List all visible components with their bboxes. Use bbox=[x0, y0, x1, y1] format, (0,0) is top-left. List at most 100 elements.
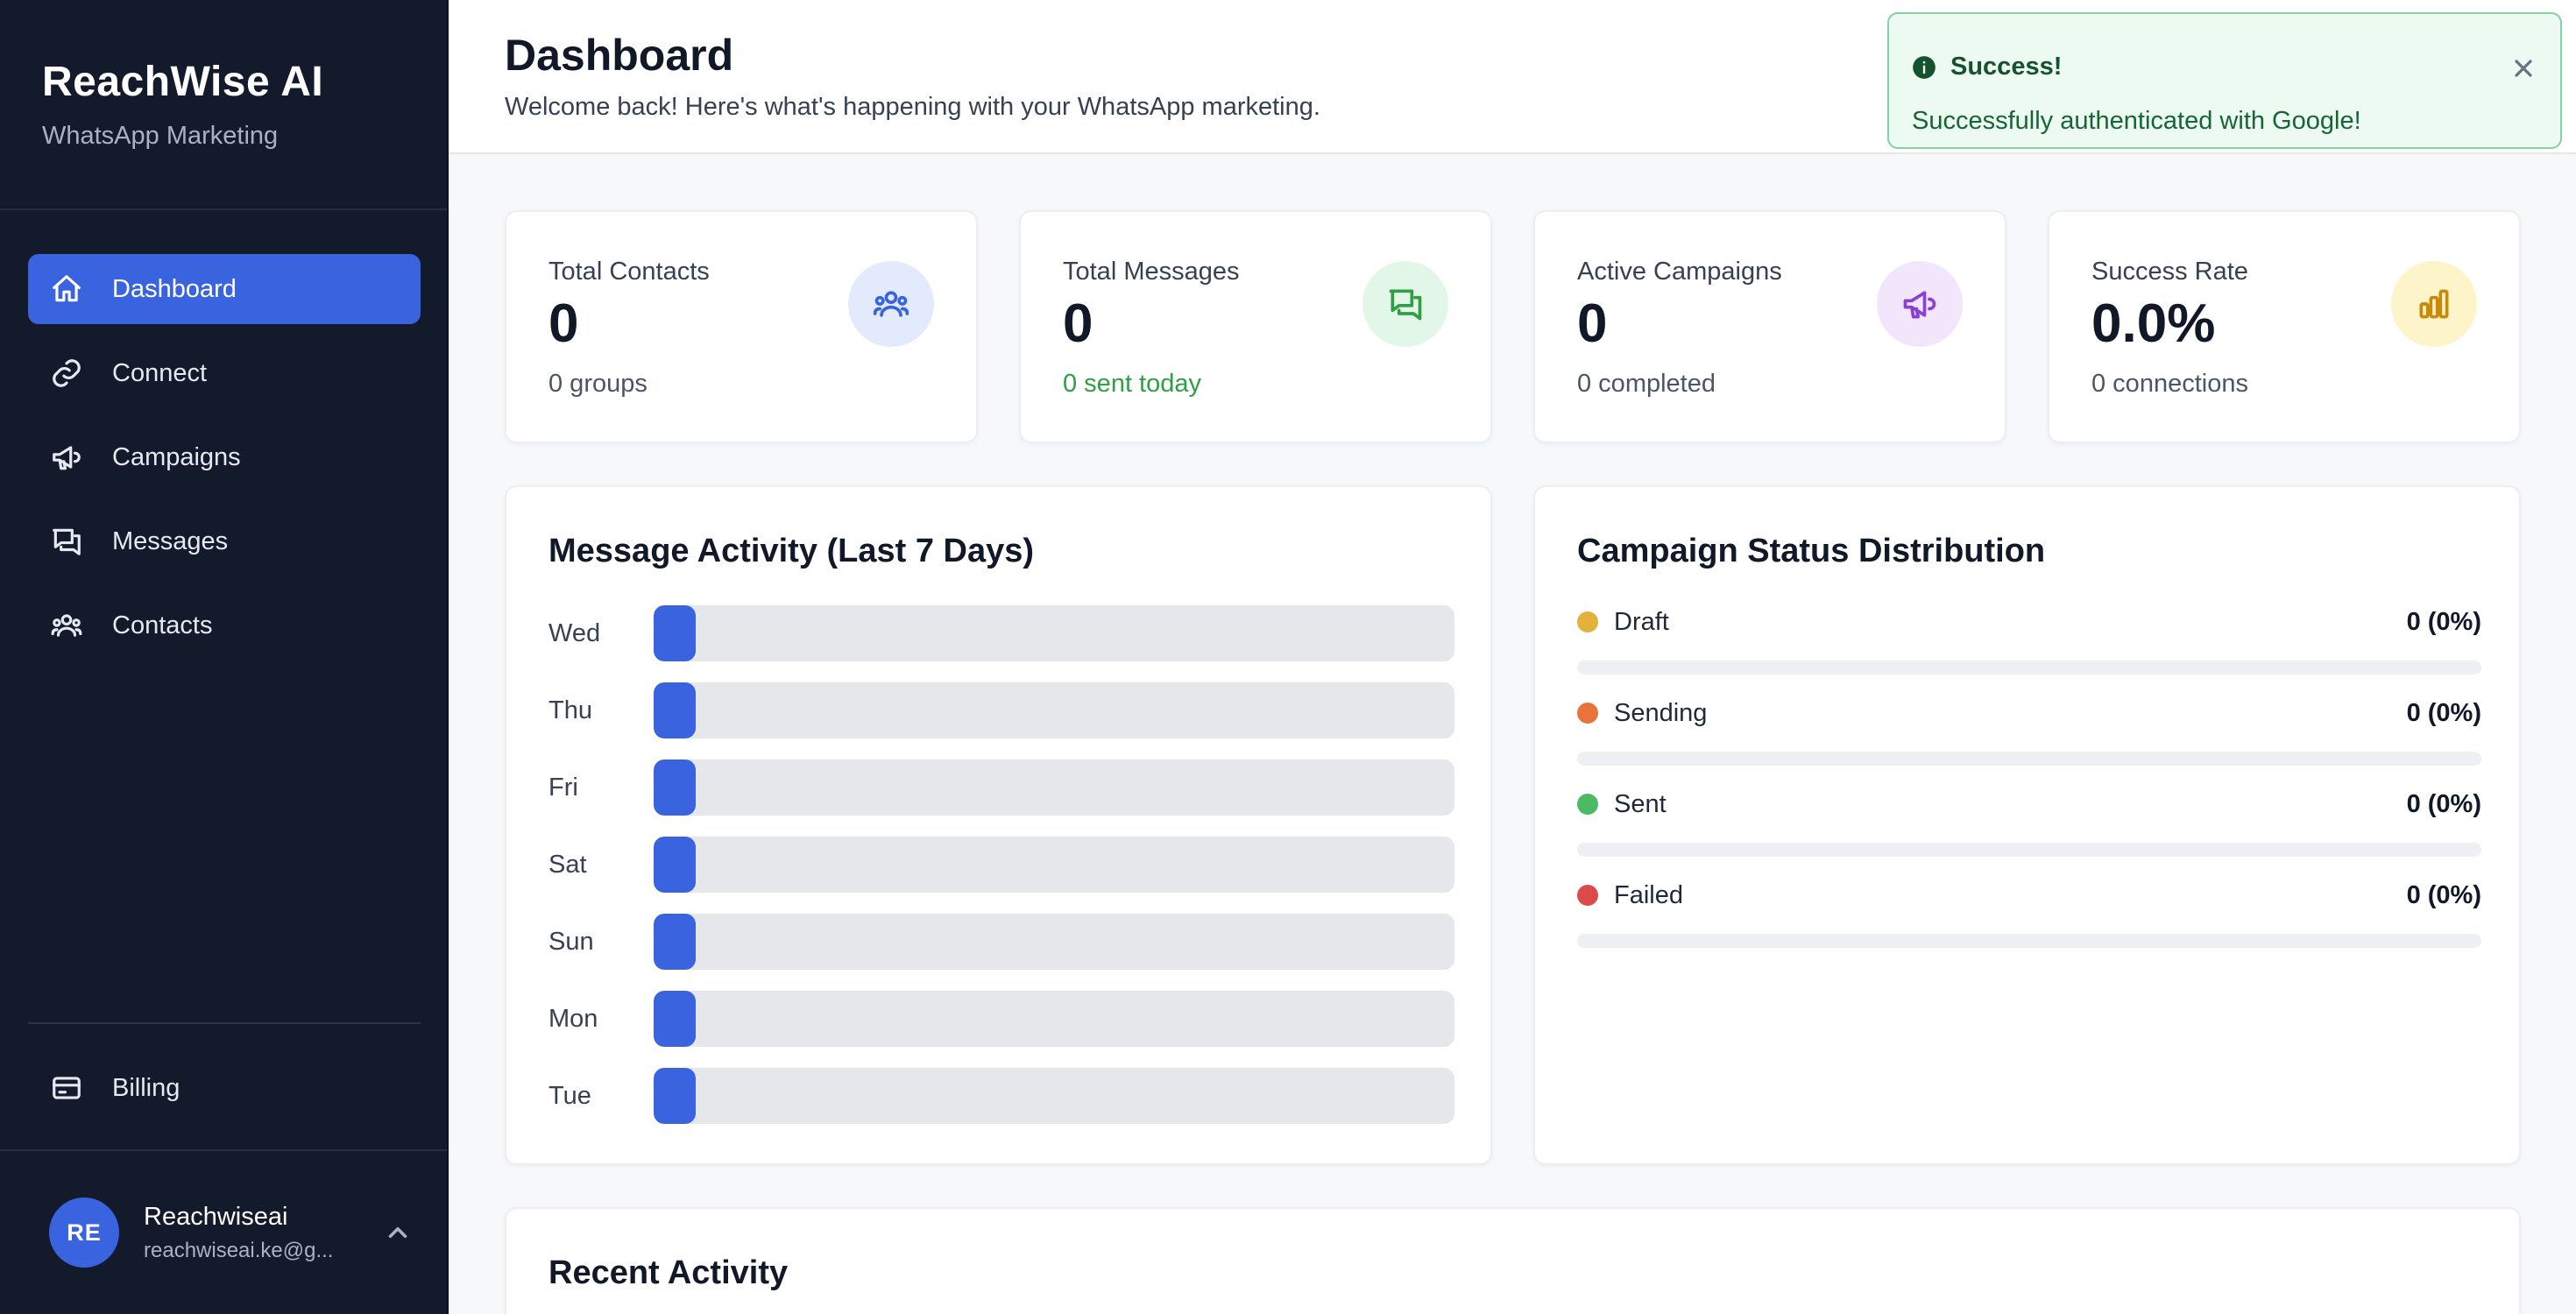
avatar: RE bbox=[49, 1197, 119, 1268]
sidebar-item-contacts[interactable]: Contacts bbox=[28, 590, 421, 661]
toast-title-text: Success! bbox=[1950, 53, 2063, 81]
status-name: Sending bbox=[1614, 698, 1708, 727]
status-count: 0 (0%) bbox=[2406, 880, 2481, 909]
stat-card-total-messages: Total Messages 0 0 sent today bbox=[1019, 210, 1492, 443]
stat-sub: 0 connections bbox=[2091, 370, 2248, 398]
activity-bar bbox=[654, 991, 696, 1047]
status-count: 0 (0%) bbox=[2406, 789, 2481, 818]
message-activity-card: Message Activity (Last 7 Days) Wed Thu F… bbox=[505, 485, 1492, 1165]
status-progress-track bbox=[1577, 843, 2481, 857]
activity-bar-track bbox=[654, 914, 1454, 970]
sidebar-item-label: Contacts bbox=[112, 611, 213, 639]
sidebar-item-label: Billing bbox=[112, 1073, 180, 1102]
activity-bar-track bbox=[654, 759, 1454, 816]
activity-bar-track bbox=[654, 1068, 1454, 1124]
credit-card-icon bbox=[49, 1070, 84, 1106]
stat-label: Success Rate bbox=[2091, 258, 2248, 286]
status-progress-track bbox=[1577, 934, 2481, 948]
users-icon bbox=[848, 261, 934, 347]
activity-bar bbox=[654, 682, 696, 738]
activity-row: Sat bbox=[548, 836, 1454, 894]
status-row-sent: Sent 0 (0%) bbox=[1577, 787, 2481, 857]
megaphone-icon bbox=[49, 440, 84, 475]
toast-title: Success! bbox=[1912, 53, 2062, 81]
sidebar-item-campaigns[interactable]: Campaigns bbox=[28, 422, 421, 492]
bar-chart-icon bbox=[2391, 261, 2477, 347]
activity-bar bbox=[654, 1068, 696, 1124]
status-count: 0 (0%) bbox=[2406, 607, 2481, 636]
activity-day-label: Fri bbox=[548, 773, 578, 802]
activity-bar-track bbox=[654, 605, 1454, 661]
messages-icon bbox=[49, 524, 84, 559]
status-name: Sent bbox=[1614, 789, 1667, 818]
stat-value: 0 bbox=[1063, 293, 1093, 354]
sidebar-item-connect[interactable]: Connect bbox=[28, 338, 421, 408]
status-name: Draft bbox=[1614, 607, 1669, 636]
activity-bar-track bbox=[654, 682, 1454, 738]
sidebar-divider bbox=[28, 1022, 421, 1024]
status-dot bbox=[1577, 885, 1598, 906]
recent-activity-title: Recent Activity bbox=[548, 1254, 789, 1291]
status-progress-track bbox=[1577, 752, 2481, 766]
user-profile[interactable]: RE Reachwiseai reachwiseai.ke@g... bbox=[0, 1149, 447, 1314]
activity-row: Wed bbox=[548, 604, 1454, 662]
sidebar-item-label: Dashboard bbox=[112, 274, 237, 303]
brand-subtitle: WhatsApp Marketing bbox=[42, 122, 279, 150]
activity-row: Fri bbox=[548, 759, 1454, 816]
status-dot bbox=[1577, 611, 1598, 632]
sidebar-billing-section: Billing bbox=[28, 1053, 421, 1137]
page-title: Dashboard bbox=[505, 31, 734, 80]
stat-label: Total Messages bbox=[1063, 258, 1240, 286]
status-row-draft: Draft 0 (0%) bbox=[1577, 604, 2481, 675]
megaphone-icon bbox=[1877, 261, 1963, 347]
campaign-status-title: Campaign Status Distribution bbox=[1577, 533, 2046, 569]
stat-sub: 0 completed bbox=[1577, 370, 1716, 398]
status-dot bbox=[1577, 703, 1598, 724]
sidebar-item-dashboard[interactable]: Dashboard bbox=[28, 254, 421, 324]
activity-bar bbox=[654, 914, 696, 970]
stat-card-success-rate: Success Rate 0.0% 0 connections bbox=[2048, 210, 2521, 443]
status-row-sending: Sending 0 (0%) bbox=[1577, 696, 2481, 766]
info-icon bbox=[1913, 55, 1936, 79]
sidebar-item-billing[interactable]: Billing bbox=[28, 1053, 421, 1123]
sidebar-nav: Dashboard Connect Campaigns Messages Con… bbox=[28, 254, 421, 675]
status-dot bbox=[1577, 794, 1598, 815]
stat-sub: 0 sent today bbox=[1063, 370, 1201, 398]
activity-bar bbox=[654, 837, 696, 893]
sidebar: ReachWise AI WhatsApp Marketing Dashboar… bbox=[0, 0, 449, 1314]
brand-title: ReachWise AI bbox=[42, 59, 324, 105]
stat-sub: 0 groups bbox=[548, 370, 648, 398]
user-name: Reachwiseai bbox=[144, 1202, 288, 1231]
sidebar-item-label: Campaigns bbox=[112, 442, 241, 471]
activity-row: Sun bbox=[548, 913, 1454, 971]
activity-row: Tue bbox=[548, 1067, 1454, 1125]
user-email: reachwiseai.ke@g... bbox=[144, 1238, 334, 1262]
activity-bar bbox=[654, 605, 696, 661]
chevron-up-icon[interactable] bbox=[380, 1215, 415, 1250]
home-icon bbox=[49, 272, 84, 307]
status-row-failed: Failed 0 (0%) bbox=[1577, 878, 2481, 948]
page-subtitle: Welcome back! Here's what's happening wi… bbox=[505, 93, 1320, 121]
sidebar-item-label: Messages bbox=[112, 526, 229, 555]
activity-bar bbox=[654, 759, 696, 816]
link-icon bbox=[49, 356, 84, 391]
user-info: Reachwiseai reachwiseai.ke@g... bbox=[144, 1203, 354, 1263]
status-name: Failed bbox=[1614, 880, 1683, 909]
sidebar-item-messages[interactable]: Messages bbox=[28, 506, 421, 576]
brand: ReachWise AI WhatsApp Marketing bbox=[0, 0, 447, 210]
activity-day-label: Wed bbox=[548, 618, 601, 647]
stat-label: Active Campaigns bbox=[1577, 258, 1782, 286]
toast-message: Successfully authenticated with Google! bbox=[1912, 107, 2361, 135]
stat-value: 0.0% bbox=[2091, 293, 2216, 354]
status-progress-track bbox=[1577, 661, 2481, 675]
stat-value: 0 bbox=[1577, 293, 1608, 354]
status-count: 0 (0%) bbox=[2406, 698, 2481, 727]
messages-icon bbox=[1362, 261, 1448, 347]
stat-value: 0 bbox=[548, 293, 579, 354]
users-icon bbox=[49, 608, 84, 643]
activity-row: Mon bbox=[548, 990, 1454, 1048]
sidebar-item-label: Connect bbox=[112, 358, 208, 387]
activity-row: Thu bbox=[548, 682, 1454, 739]
close-icon[interactable] bbox=[2509, 54, 2537, 82]
stat-card-total-contacts: Total Contacts 0 0 groups bbox=[505, 210, 978, 443]
